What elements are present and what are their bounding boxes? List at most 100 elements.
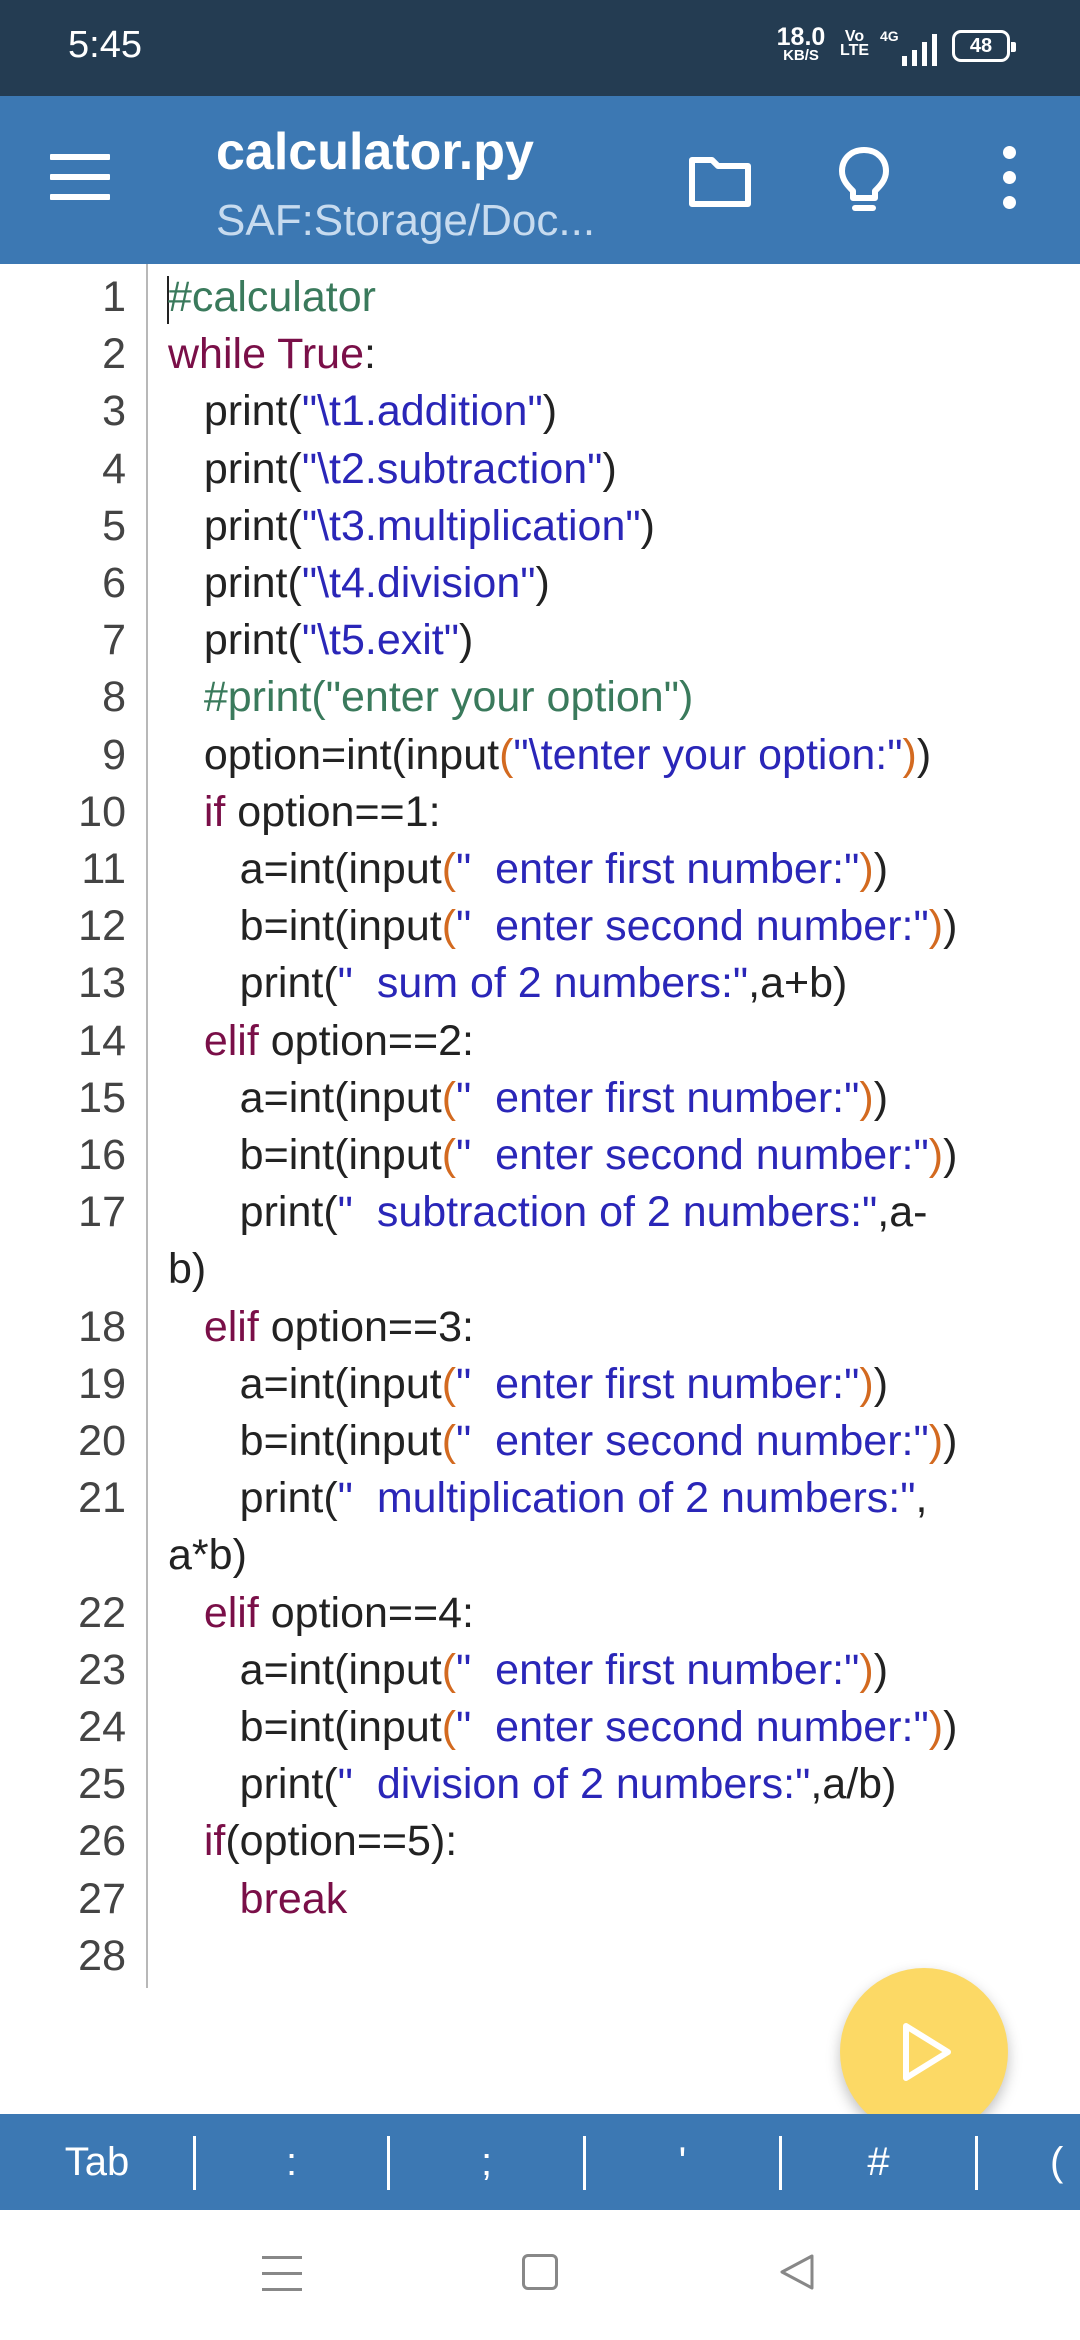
code-token: #calculator <box>168 273 376 321</box>
key-semicolon[interactable]: ; <box>390 2114 583 2210</box>
code-token: if <box>168 1817 226 1866</box>
code-text: b) <box>168 1241 206 1298</box>
code-line[interactable]: 19 a=int(input(" enter first number:")) <box>0 1356 1080 1413</box>
code-text: print("\t2.subtraction") <box>168 441 617 498</box>
file-title: calculator.py <box>216 123 534 181</box>
code-token: print( <box>168 616 302 665</box>
key-quote[interactable]: ' <box>586 2114 779 2210</box>
home-icon[interactable] <box>522 2254 558 2290</box>
line-number: 4 <box>102 444 126 493</box>
code-text: if(option==5): <box>168 1813 457 1870</box>
code-token: ) <box>535 559 550 607</box>
code-line[interactable]: 6 print("\t4.division") <box>0 555 1080 612</box>
code-line[interactable]: 24 b=int(input(" enter second number:")) <box>0 1699 1080 1756</box>
code-token: break <box>168 1874 348 1923</box>
line-number: 7 <box>102 616 126 665</box>
code-text: a=int(input(" enter first number:")) <box>168 1642 888 1699</box>
code-token: elif <box>168 1016 259 1065</box>
code-token: " enter first number:" <box>456 845 860 893</box>
menu-icon[interactable] <box>50 154 110 200</box>
line-number: 12 <box>78 902 126 951</box>
code-line[interactable]: 20 b=int(input(" enter second number:")) <box>0 1413 1080 1470</box>
code-line[interactable]: 7 print("\t5.exit") <box>0 612 1080 669</box>
code-token: " subtraction of 2 numbers:" <box>337 1188 878 1237</box>
code-token: a=int(input <box>168 1645 442 1694</box>
code-text: print("\t4.division") <box>168 555 550 612</box>
code-line[interactable]: 15 a=int(input(" enter first number:")) <box>0 1070 1080 1127</box>
key-paren[interactable]: ( <box>1050 2114 1080 2210</box>
code-token: ) <box>459 616 474 665</box>
battery-level: 48 <box>969 35 993 57</box>
code-line[interactable]: 4 print("\t2.subtraction") <box>0 441 1080 498</box>
code-token: " enter second number:" <box>456 1703 929 1751</box>
code-line[interactable]: 11 a=int(input(" enter first number:")) <box>0 841 1080 898</box>
code-token: print( <box>168 444 302 493</box>
code-token: option==1: <box>225 787 441 836</box>
code-token: "\t5.exit" <box>301 616 460 665</box>
line-number: 14 <box>78 1016 126 1065</box>
status-time: 5:45 <box>68 24 142 66</box>
code-line[interactable]: 5 print("\t3.multiplication") <box>0 498 1080 555</box>
code-line[interactable]: 12 b=int(input(" enter second number:")) <box>0 898 1080 955</box>
symbol-key-bar: Tab : ; ' # ( <box>0 2114 1080 2210</box>
code-token: if <box>168 787 226 836</box>
code-line[interactable]: 17 print(" subtraction of 2 numbers:",a- <box>0 1184 1080 1241</box>
lightbulb-icon[interactable] <box>838 146 890 214</box>
code-line[interactable]: 27 break <box>0 1871 1080 1928</box>
code-text: a=int(input(" enter first number:")) <box>168 841 888 898</box>
code-token: print( <box>168 959 338 1008</box>
key-tab[interactable]: Tab <box>0 2114 194 2210</box>
code-line[interactable]: 13 print(" sum of 2 numbers:",a+b) <box>0 955 1080 1012</box>
line-number: 28 <box>78 1931 126 1980</box>
more-vert-icon[interactable] <box>994 146 1024 216</box>
line-number: 19 <box>78 1359 126 1408</box>
code-token: print( <box>168 1474 338 1523</box>
code-token: " enter second number:" <box>456 902 929 951</box>
code-text: print(" subtraction of 2 numbers:",a- <box>168 1184 928 1241</box>
code-token: ) <box>859 1073 874 1122</box>
code-token: a=int(input <box>168 1073 442 1122</box>
code-line[interactable]: 1 #calculator <box>0 269 1080 326</box>
back-icon[interactable] <box>776 2252 816 2292</box>
code-line[interactable]: 26 if(option==5): <box>0 1813 1080 1870</box>
code-line[interactable]: 9 option=int(input("\tenter your option:… <box>0 727 1080 784</box>
code-line[interactable]: 8 #print("enter your option") <box>0 669 1080 726</box>
code-line[interactable]: 21 print(" multiplication of 2 numbers:"… <box>0 1470 1080 1527</box>
code-line[interactable]: 25 print(" division of 2 numbers:",a/b) <box>0 1756 1080 1813</box>
code-line[interactable]: 18 elif option==3: <box>0 1299 1080 1356</box>
code-token: ) <box>873 1359 889 1408</box>
network-type: 4G <box>880 28 899 44</box>
key-colon[interactable]: : <box>196 2114 387 2210</box>
code-token: ) <box>943 1131 958 1179</box>
code-text: #calculator <box>168 269 376 326</box>
code-token: ) <box>873 1645 889 1694</box>
run-button[interactable] <box>840 1968 1008 2136</box>
code-line[interactable]: 2 while True: <box>0 326 1080 383</box>
key-hash[interactable]: # <box>782 2114 975 2210</box>
code-line[interactable]: 3 print("\t1.addition") <box>0 383 1080 440</box>
code-token: (option==5): <box>225 1817 458 1866</box>
line-number: 22 <box>78 1588 126 1637</box>
code-token: while True <box>168 330 364 379</box>
code-line[interactable]: 23 a=int(input(" enter first number:")) <box>0 1642 1080 1699</box>
code-line[interactable]: 14 elif option==2: <box>0 1013 1080 1070</box>
code-token: ) <box>602 444 617 493</box>
code-token: ( <box>441 1131 457 1179</box>
line-number: 27 <box>78 1874 126 1923</box>
code-token: ( <box>441 845 457 893</box>
code-line[interactable]: 16 b=int(input(" enter second number:")) <box>0 1127 1080 1184</box>
code-line[interactable]: a*b) <box>0 1527 1080 1584</box>
code-text: if option==1: <box>168 784 441 841</box>
code-token: ,a+b) <box>748 959 848 1008</box>
key-divider <box>975 2136 978 2190</box>
code-editor[interactable]: 1 #calculator 2 while True: 3 print("\t1.add… <box>0 264 1080 2114</box>
code-line[interactable]: 22 elif option==4: <box>0 1585 1080 1642</box>
code-line[interactable]: 10 if option==1: <box>0 784 1080 841</box>
line-number: 15 <box>78 1073 126 1122</box>
code-token: ) <box>943 902 958 951</box>
code-token: "\t4.division" <box>301 559 536 607</box>
code-line[interactable]: b) <box>0 1241 1080 1298</box>
folder-icon[interactable] <box>688 152 752 208</box>
code-token: ) <box>873 1073 889 1122</box>
recents-icon[interactable] <box>262 2256 302 2292</box>
